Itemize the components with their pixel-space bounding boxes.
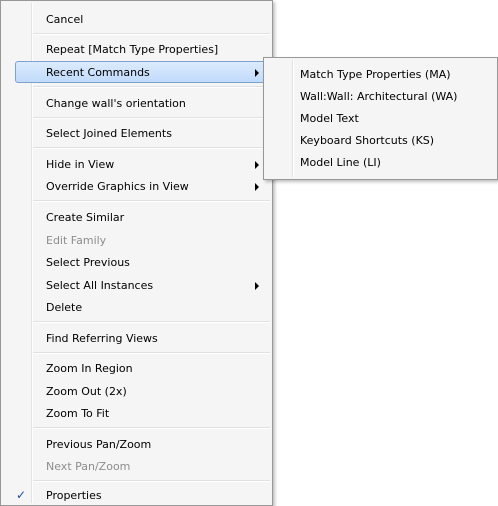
menu-separator xyxy=(33,321,270,323)
submenu-item-match-type-properties[interactable]: Match Type Properties (MA) xyxy=(266,63,495,85)
menu-item-zoom-in-region[interactable]: Zoom In Region xyxy=(3,357,270,379)
menu-item-label: Cancel xyxy=(46,13,84,26)
menu-item-cancel[interactable]: Cancel xyxy=(3,8,270,30)
menu-separator xyxy=(33,117,270,119)
menu-item-zoom-out[interactable]: Zoom Out (2x) xyxy=(3,380,270,402)
menu-item-label: Next Pan/Zoom xyxy=(46,460,131,473)
menu-separator xyxy=(33,33,270,35)
menu-separator xyxy=(33,147,270,149)
menu-item-label: Find Referring Views xyxy=(46,332,158,345)
menu-item-select-all-instances[interactable]: Select All Instances xyxy=(3,274,270,296)
submenu-item-label: Model Line (LI) xyxy=(300,156,381,169)
menu-separator xyxy=(33,200,270,202)
menu-item-label: Create Similar xyxy=(46,211,125,224)
menu-item-label: Recent Commands xyxy=(46,66,150,79)
checkmark-icon: ✓ xyxy=(16,488,27,502)
menu-item-previous-pan-zoom[interactable]: Previous Pan/Zoom xyxy=(3,433,270,455)
context-menu: Cancel Repeat [Match Type Properties] Re… xyxy=(0,0,273,506)
menu-item-override-graphics[interactable]: Override Graphics in View xyxy=(3,175,270,197)
menu-item-label: Zoom To Fit xyxy=(46,407,110,420)
menu-separator xyxy=(33,86,270,88)
menu-item-label: Override Graphics in View xyxy=(46,180,189,193)
menu-item-find-referring-views[interactable]: Find Referring Views xyxy=(3,327,270,349)
menu-item-recent-commands[interactable]: Recent Commands xyxy=(15,61,268,83)
menu-item-label: Repeat [Match Type Properties] xyxy=(46,43,219,56)
submenu-item-model-line[interactable]: Model Line (LI) xyxy=(266,151,495,173)
menu-item-select-previous[interactable]: Select Previous xyxy=(3,251,270,273)
menu-item-change-wall-orientation[interactable]: Change wall's orientation xyxy=(3,92,270,114)
menu-item-hide-in-view[interactable]: Hide in View xyxy=(3,153,270,175)
submenu-item-label: Keyboard Shortcuts (KS) xyxy=(300,134,435,147)
submenu-arrow-icon xyxy=(255,282,259,290)
menu-item-label: Select All Instances xyxy=(46,279,154,292)
menu-item-label: Zoom Out (2x) xyxy=(46,385,127,398)
menu-separator xyxy=(33,427,270,429)
menu-item-label: Hide in View xyxy=(46,158,115,171)
menu-item-label: Select Joined Elements xyxy=(46,127,172,140)
menu-item-select-joined-elements[interactable]: Select Joined Elements xyxy=(3,122,270,144)
menu-item-label: Previous Pan/Zoom xyxy=(46,438,152,451)
menu-item-label: Properties xyxy=(46,489,102,502)
menu-item-label: Edit Family xyxy=(46,234,107,247)
menu-item-next-pan-zoom[interactable]: Next Pan/Zoom xyxy=(3,455,270,477)
menu-item-delete[interactable]: Delete xyxy=(3,296,270,318)
submenu-arrow-icon xyxy=(255,69,259,77)
submenu-item-keyboard-shortcuts[interactable]: Keyboard Shortcuts (KS) xyxy=(266,129,495,151)
menu-item-label: Zoom In Region xyxy=(46,362,133,375)
menu-item-repeat[interactable]: Repeat [Match Type Properties] xyxy=(3,38,270,60)
menu-item-zoom-to-fit[interactable]: Zoom To Fit xyxy=(3,402,270,424)
menu-item-label: Select Previous xyxy=(46,256,130,269)
menu-item-create-similar[interactable]: Create Similar xyxy=(3,206,270,228)
submenu-item-label: Model Text xyxy=(300,112,359,125)
submenu-item-wall-architectural[interactable]: Wall:Wall: Architectural (WA) xyxy=(266,85,495,107)
menu-separator xyxy=(33,352,270,354)
recent-commands-submenu: Match Type Properties (MA) Wall:Wall: Ar… xyxy=(263,57,498,180)
submenu-item-model-text[interactable]: Model Text xyxy=(266,107,495,129)
submenu-item-label: Wall:Wall: Architectural (WA) xyxy=(300,90,458,103)
menu-item-properties[interactable]: ✓ Properties xyxy=(3,484,270,506)
menu-item-label: Delete xyxy=(46,301,83,314)
submenu-arrow-icon xyxy=(255,161,259,169)
menu-item-edit-family[interactable]: Edit Family xyxy=(3,229,270,251)
menu-separator xyxy=(33,480,270,482)
submenu-arrow-icon xyxy=(255,183,259,191)
submenu-item-label: Match Type Properties (MA) xyxy=(300,68,451,81)
menu-item-label: Change wall's orientation xyxy=(46,97,186,110)
